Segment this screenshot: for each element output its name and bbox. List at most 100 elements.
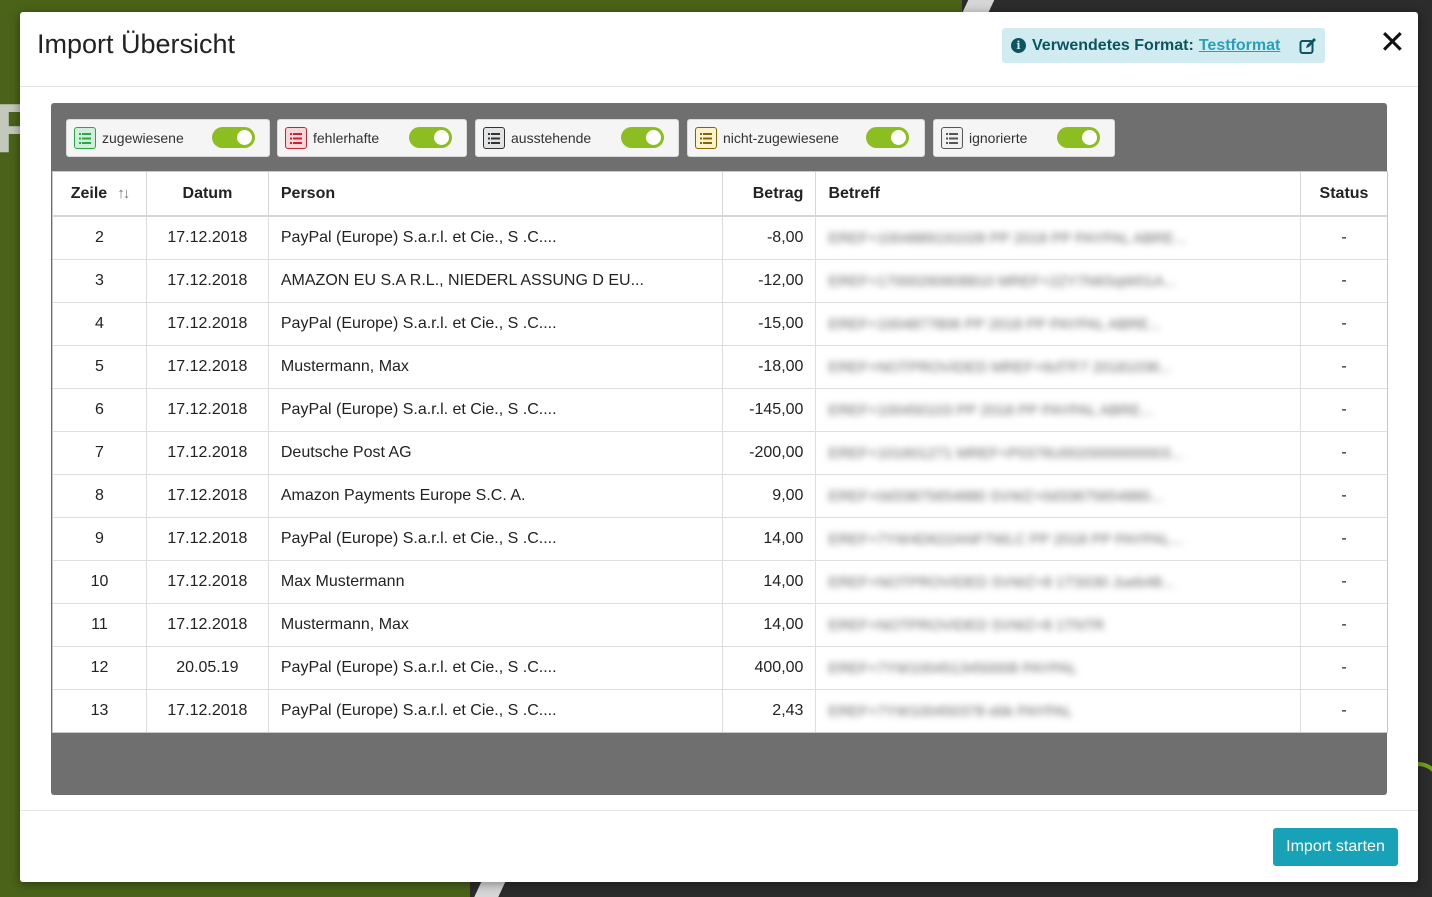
cell-zeile: 8: [53, 474, 147, 518]
cell-datum: 17.12.2018: [146, 689, 269, 732]
filter-label: zugewiesene: [102, 130, 184, 146]
import-start-button[interactable]: Import starten: [1273, 828, 1398, 866]
filter-ausstehende[interactable]: ausstehende: [475, 119, 679, 157]
toggle-switch[interactable]: [866, 127, 909, 148]
table-row[interactable]: 13 17.12.2018 PayPal (Europe) S.a.r.l. et …: [53, 689, 1387, 732]
import-table-container: Zeile ↑↓ Datum Person Betrag Betreff Stat…: [52, 171, 1388, 733]
cell-datum: 17.12.2018: [146, 345, 269, 389]
cell-status: -: [1300, 388, 1387, 432]
cell-person: PayPal (Europe) S.a.r.l. et Cie., S .C..…: [268, 216, 723, 260]
table-row[interactable]: 11 17.12.2018 Mustermann, Max 14,00 EREF+NOT…: [53, 603, 1387, 647]
cell-datum: 17.12.2018: [146, 259, 269, 303]
cell-betreff: EREF+1004889191028 PP 2018 PP PAYPAL ABR…: [815, 216, 1302, 260]
cell-betrag: -15,00: [722, 302, 817, 346]
cell-datum: 17.12.2018: [146, 517, 269, 561]
toggle-switch[interactable]: [621, 127, 664, 148]
table-row[interactable]: 9 17.12.2018 PayPal (Europe) S.a.r.l. et C…: [53, 517, 1387, 561]
column-header-datum[interactable]: Datum: [146, 172, 269, 217]
cell-betrag: -145,00: [722, 388, 817, 432]
table-row[interactable]: 12 20.05.19 PayPal (Europe) S.a.r.l. et Ci…: [53, 646, 1387, 690]
import-overview-modal: Import Übersicht i Verwendetes Format: T…: [20, 12, 1418, 882]
table-row[interactable]: 6 17.12.2018 PayPal (Europe) S.a.r.l. et C…: [53, 388, 1387, 432]
cell-zeile: 11: [53, 603, 147, 647]
cell-person: AMAZON EU S.A R.L., NIEDERL ASSUNG D EU.…: [268, 259, 723, 303]
filter-fehlerhafte[interactable]: fehlerhafte: [277, 119, 467, 157]
cell-person: Deutsche Post AG: [268, 431, 723, 475]
cell-datum: 17.12.2018: [146, 216, 269, 260]
column-header-betrag[interactable]: Betrag: [722, 172, 817, 217]
cell-datum: 17.12.2018: [146, 560, 269, 604]
cell-betreff: EREF+101601271 MREF+P0376U0020000000003.…: [815, 431, 1302, 475]
format-link[interactable]: Testformat: [1199, 37, 1281, 55]
table-row[interactable]: 5 17.12.2018 Mustermann, Max -18,00 EREF+NOT…: [53, 345, 1387, 389]
cell-person: Max Mustermann: [268, 560, 723, 604]
cell-betreff: EREF+1004877806 PP 2018 PP PAYPAL ABRE..…: [815, 302, 1302, 346]
cell-person: Mustermann, Max: [268, 603, 723, 647]
cell-betreff: EREF+0d33875654880 SVWZ+0d33875654880...: [815, 474, 1302, 518]
cell-person: PayPal (Europe) S.a.r.l. et Cie., S .C..…: [268, 388, 723, 432]
cell-zeile: 5: [53, 345, 147, 389]
cell-zeile: 9: [53, 517, 147, 561]
filter-label: nicht-zugewiesene: [723, 130, 839, 146]
cell-person: Amazon Payments Europe S.C. A.: [268, 474, 723, 518]
cell-zeile: 13: [53, 689, 147, 732]
cell-betrag: 2,43: [722, 689, 817, 732]
cell-status: -: [1300, 259, 1387, 303]
cell-status: -: [1300, 517, 1387, 561]
filter-zugewiesene[interactable]: zugewiesene: [66, 119, 270, 157]
cell-datum: 20.05.19: [146, 646, 269, 690]
filter-label: ignorierte: [969, 130, 1028, 146]
filter-label: fehlerhafte: [313, 130, 380, 146]
table-row[interactable]: 3 17.12.2018 AMAZON EU S.A R.L., NIEDERL A…: [53, 259, 1387, 303]
cell-status: -: [1300, 646, 1387, 690]
cell-person: Mustermann, Max: [268, 345, 723, 389]
list-icon: [285, 127, 307, 149]
table-row[interactable]: 7 17.12.2018 Deutsche Post AG -200,00 EREF+1…: [53, 431, 1387, 475]
table-row[interactable]: 2 17.12.2018 PayPal (Europe) S.a.r.l. et C…: [53, 216, 1387, 260]
cell-betreff: EREF+100450103 PP 2018 PP PAYPAL ABRE...: [815, 388, 1302, 432]
cell-betreff: EREF+NOTPROVIDED SVWZ+8 1TS030 Jueb48...: [815, 560, 1302, 604]
modal-header: Import Übersicht i Verwendetes Format: T…: [20, 12, 1418, 87]
cell-betreff: EREF+7YW1004513450008 PAYPAL: [815, 646, 1302, 690]
sort-icon[interactable]: ↑↓: [117, 185, 130, 202]
table-header-row: Zeile ↑↓ Datum Person Betrag Betreff Stat…: [53, 172, 1387, 217]
column-header-zeile[interactable]: Zeile ↑↓: [53, 172, 147, 217]
modal-title: Import Übersicht: [37, 29, 236, 59]
format-label: Verwendetes Format:: [1032, 36, 1194, 54]
cell-status: -: [1341, 702, 1347, 719]
cell-betrag: 9,00: [722, 474, 817, 518]
table-body: 2 17.12.2018 PayPal (Europe) S.a.r.l. et C…: [53, 216, 1387, 732]
cell-zeile: 6: [53, 388, 147, 432]
cell-betrag: 14,00: [722, 517, 817, 561]
cell-status: -: [1300, 560, 1387, 604]
column-header-status[interactable]: Status: [1300, 172, 1387, 217]
column-header-betreff[interactable]: Betreff: [815, 172, 1302, 217]
toggle-switch[interactable]: [1057, 127, 1100, 148]
close-button[interactable]: ✕: [1379, 26, 1406, 58]
cell-person: PayPal (Europe) S.a.r.l. et Cie., S .C..…: [268, 302, 723, 346]
toggle-switch[interactable]: [212, 127, 255, 148]
filter-ignorierte[interactable]: ignorierte: [933, 119, 1115, 157]
cell-betrag: -12,00: [722, 259, 817, 303]
table-row[interactable]: 8 17.12.2018 Amazon Payments Europe S.C. A…: [53, 474, 1387, 518]
filter-label: ausstehende: [511, 130, 592, 146]
cell-person: PayPal (Europe) S.a.r.l. et Cie., S .C..…: [268, 646, 723, 690]
edit-icon[interactable]: [1299, 37, 1317, 55]
cell-betrag: -8,00: [722, 216, 817, 260]
filter-nicht-zugewiesene[interactable]: nicht-zugewiesene: [687, 119, 925, 157]
table-row[interactable]: 4 17.12.2018 PayPal (Europe) S.a.r.l. et C…: [53, 302, 1387, 346]
list-icon: [695, 127, 717, 149]
cell-betrag: -200,00: [722, 431, 817, 475]
column-header-person[interactable]: Person: [268, 172, 723, 217]
info-icon: i: [1011, 38, 1026, 53]
table-row[interactable]: 10 17.12.2018 Max Mustermann 14,00 EREF+NOTP…: [53, 560, 1387, 604]
cell-person: PayPal (Europe) S.a.r.l. et Cie., S .C..…: [268, 517, 723, 561]
cell-person: PayPal (Europe) S.a.r.l. et Cie., S .C..…: [268, 689, 723, 732]
toggle-switch[interactable]: [409, 127, 452, 148]
cell-zeile: 3: [53, 259, 147, 303]
cell-datum: 17.12.2018: [146, 431, 269, 475]
cell-betrag: 400,00: [722, 646, 817, 690]
cell-status: -: [1300, 603, 1387, 647]
cell-betrag: 14,00: [722, 560, 817, 604]
cell-betrag: 14,00: [722, 603, 817, 647]
